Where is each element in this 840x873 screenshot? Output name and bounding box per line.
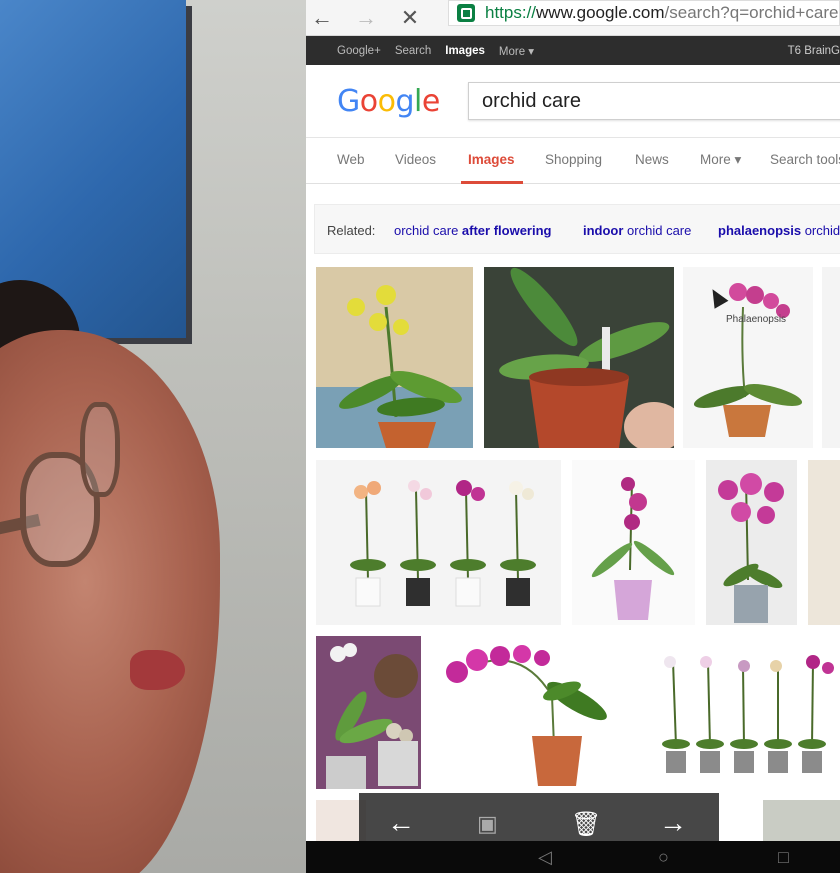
orchid-assortment-image [648, 636, 840, 789]
gbar-item-images[interactable]: Images [445, 45, 485, 57]
arrow-right-icon[interactable]: → [659, 807, 687, 839]
account-name[interactable]: T6 BrainG [788, 45, 840, 57]
related-text-bold: phalaenopsis [718, 223, 802, 238]
tab-web[interactable]: Web [337, 152, 365, 167]
google-logo[interactable]: Google [337, 84, 440, 119]
stop-button[interactable]: ✕ [394, 0, 426, 36]
orchid-yellow-image [316, 267, 473, 448]
image-result[interactable] [316, 267, 473, 448]
image-result[interactable] [316, 636, 421, 789]
search-header: Google orchid care [306, 65, 840, 138]
background-photo [0, 0, 306, 873]
related-text: orchid care [394, 223, 462, 238]
logo-letter: G [337, 84, 360, 119]
image-result[interactable] [706, 460, 797, 625]
logo-letter: g [395, 84, 415, 119]
image-result[interactable] [572, 460, 695, 625]
tab-shopping[interactable]: Shopping [545, 152, 602, 167]
url-bar: ← → ✕ https://www.google.com/search?q=or… [306, 0, 840, 36]
active-tab-indicator [461, 181, 523, 184]
trash-icon[interactable]: 🗑 [571, 810, 601, 839]
url-scheme: https:// [485, 3, 537, 22]
square-recents-icon[interactable]: □ [778, 847, 789, 868]
gbar-item-more[interactable]: More ▾ [499, 44, 534, 58]
arrow-left-icon[interactable]: ← [387, 807, 415, 839]
image-result[interactable] [316, 460, 561, 625]
related-link-indoor[interactable]: indoor orchid care [583, 223, 691, 238]
gbar-item-search[interactable]: Search [395, 45, 431, 57]
screen-cast-icon[interactable]: ▣ [477, 811, 498, 837]
image-result[interactable] [763, 800, 840, 841]
orchid-pot-image [484, 267, 674, 448]
image-result[interactable]: Phalaenopsis [683, 267, 813, 448]
orchid-group-image [316, 460, 561, 625]
image-result[interactable] [822, 267, 840, 448]
orchid-repotting-image [316, 636, 421, 789]
orchid-purple-pot-image [572, 460, 695, 625]
url-host: www.google.com [536, 3, 665, 22]
related-link-after-flowering[interactable]: orchid care after flowering [394, 223, 552, 238]
tab-news[interactable]: News [635, 152, 669, 167]
arrow-left-icon: ← [311, 4, 333, 30]
address-field[interactable]: https://www.google.com/search?q=orchid+c… [448, 0, 840, 26]
lock-icon [457, 4, 475, 22]
image-caption: Phalaenopsis [726, 314, 787, 325]
back-button[interactable]: ← [306, 0, 338, 36]
search-input[interactable]: orchid care [468, 82, 840, 120]
eyeglasses-lens-far [80, 402, 120, 497]
logo-letter: o [359, 84, 378, 119]
arrow-right-icon: → [355, 4, 377, 30]
related-text-bold: after flowering [461, 223, 552, 238]
logo-letter: e [421, 84, 440, 119]
logo-letter: o [377, 84, 396, 119]
triangle-back-icon[interactable]: ◁ [538, 847, 552, 868]
related-text: orchid care [623, 223, 692, 238]
orchid-terracotta-image [432, 636, 637, 789]
logo-letter: l [414, 84, 422, 119]
related-text: orchid care [804, 223, 840, 238]
related-label: Related: [327, 223, 376, 238]
tab-more[interactable]: More ▾ [700, 152, 741, 168]
close-icon: ✕ [400, 4, 420, 30]
browser-window: ← → ✕ https://www.google.com/search?q=or… [306, 0, 840, 873]
tab-images[interactable]: Images [468, 152, 515, 167]
image-result[interactable] [484, 267, 674, 448]
orchid-magenta-image [706, 460, 797, 625]
related-link-phalaenopsis[interactable]: phalaenopsis orchid care [718, 223, 840, 238]
android-navigation-bar: ◁ ○ □ [306, 841, 840, 873]
url-path: /search?q=orchid+care [664, 3, 839, 22]
orchid-phalaenopsis-image [683, 267, 813, 448]
image-result[interactable] [432, 636, 637, 789]
person-lips [130, 650, 185, 690]
search-tabs: Web Videos Images Shopping News More ▾ S… [306, 138, 840, 184]
tab-videos[interactable]: Videos [395, 152, 436, 167]
google-bar: Google+ Search Images More ▾ T6 BrainG [306, 36, 840, 65]
forward-button[interactable]: → [350, 0, 382, 36]
gbar-item-google-plus[interactable]: Google+ [337, 45, 381, 57]
image-result[interactable] [648, 636, 840, 789]
related-searches: Related: orchid care after flowering ind… [314, 204, 840, 254]
circle-home-icon[interactable]: ○ [658, 847, 669, 868]
tab-search-tools[interactable]: Search tools [770, 152, 840, 167]
image-result[interactable] [808, 460, 840, 625]
related-text-bold: indoor [583, 223, 624, 238]
